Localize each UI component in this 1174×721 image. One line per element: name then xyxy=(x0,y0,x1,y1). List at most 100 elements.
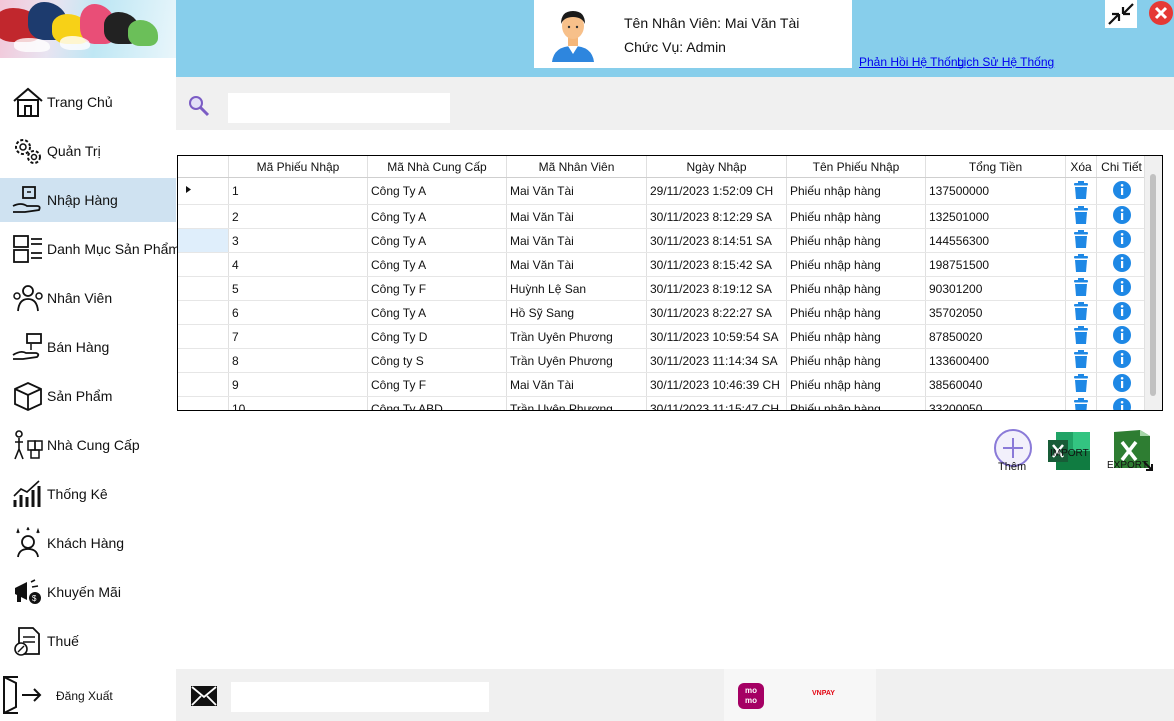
table-cell[interactable]: 90301200 xyxy=(925,276,1066,301)
detail-button[interactable] xyxy=(1096,252,1147,277)
delete-button[interactable] xyxy=(1065,372,1097,397)
table-cell[interactable]: Phiếu nhập hàng xyxy=(786,324,926,349)
history-link[interactable]: Lịch Sử Hệ Thống xyxy=(957,55,1054,69)
table-cell[interactable]: Công Ty A xyxy=(367,300,507,325)
table-row[interactable]: 7 Công Ty D Trần Uyên Phương 30/11/2023 10:… xyxy=(178,324,1147,349)
table-row[interactable]: 5 Công Ty F Huỳnh Lệ San 30/11/2023 8:19:12… xyxy=(178,276,1147,301)
table-cell[interactable]: Phiếu nhập hàng xyxy=(786,372,926,397)
column-header[interactable]: Mã Phiếu Nhập xyxy=(228,156,368,178)
table-cell[interactable]: 1 xyxy=(228,177,368,205)
row-header[interactable] xyxy=(178,252,229,277)
detail-button[interactable] xyxy=(1096,276,1147,301)
row-header[interactable] xyxy=(178,276,229,301)
sidebar-item-khuyen-mai[interactable]: $ Khuyến Mãi xyxy=(0,570,176,614)
table-cell[interactable]: 30/11/2023 10:46:39 CH xyxy=(646,372,787,397)
table-cell[interactable]: 5 xyxy=(228,276,368,301)
table-cell[interactable]: 3 xyxy=(228,228,368,253)
table-cell[interactable]: Phiếu nhập hàng xyxy=(786,396,926,410)
table-cell[interactable]: 30/11/2023 8:12:29 SA xyxy=(646,204,787,229)
table-cell[interactable]: 133600400 xyxy=(925,348,1066,373)
detail-button[interactable] xyxy=(1096,177,1147,205)
import-excel-button[interactable]: IMPORT xyxy=(1046,426,1094,474)
row-header[interactable] xyxy=(178,348,229,373)
momo-logo[interactable]: mo mo xyxy=(738,683,764,709)
delete-button[interactable] xyxy=(1065,204,1097,229)
table-cell[interactable]: Mai Văn Tài xyxy=(506,177,647,205)
detail-button[interactable] xyxy=(1096,324,1147,349)
table-cell[interactable]: Trần Uyên Phương xyxy=(506,324,647,349)
delete-button[interactable] xyxy=(1065,252,1097,277)
table-cell[interactable]: Huỳnh Lệ San xyxy=(506,276,647,301)
message-input[interactable] xyxy=(231,682,489,712)
table-cell[interactable]: 30/11/2023 11:15:47 CH xyxy=(646,396,787,410)
delete-button[interactable] xyxy=(1065,396,1097,410)
sidebar-item-ban-hang[interactable]: Bán Hàng xyxy=(0,325,176,369)
table-cell[interactable]: 30/11/2023 8:14:51 SA xyxy=(646,228,787,253)
delete-button[interactable] xyxy=(1065,348,1097,373)
export-excel-button[interactable]: EXPORT xyxy=(1106,426,1156,474)
table-cell[interactable]: Công Ty A xyxy=(367,252,507,277)
table-cell[interactable]: Trần Uyên Phương xyxy=(506,396,647,410)
row-header[interactable] xyxy=(178,372,229,397)
table-row[interactable]: 2 Công Ty A Mai Văn Tài 30/11/2023 8:12:29 … xyxy=(178,204,1147,229)
table-cell[interactable]: Mai Văn Tài xyxy=(506,228,647,253)
table-row[interactable]: 6 Công Ty A Hồ Sỹ Sang 30/11/2023 8:22:27 S… xyxy=(178,300,1147,325)
search-icon[interactable] xyxy=(188,95,210,117)
table-cell[interactable]: Phiếu nhập hàng xyxy=(786,348,926,373)
delete-button[interactable] xyxy=(1065,300,1097,325)
detail-button[interactable] xyxy=(1096,372,1147,397)
import-receipts-grid[interactable]: Mã Phiếu Nhập Mã Nhà Cung Cấp Mã Nhân Vi… xyxy=(177,155,1163,411)
table-cell[interactable]: 29/11/2023 1:52:09 CH xyxy=(646,177,787,205)
table-cell[interactable]: 144556300 xyxy=(925,228,1066,253)
table-cell[interactable]: Công Ty A xyxy=(367,204,507,229)
table-cell[interactable]: Công Ty D xyxy=(367,324,507,349)
sidebar-item-nhan-vien[interactable]: Nhân Viên xyxy=(0,276,176,320)
column-header[interactable]: Mã Nhân Viên xyxy=(506,156,647,178)
delete-button[interactable] xyxy=(1065,228,1097,253)
mail-icon[interactable] xyxy=(190,685,218,707)
table-cell[interactable]: Phiếu nhập hàng xyxy=(786,228,926,253)
vnpay-logo[interactable]: VNPAY xyxy=(812,690,835,697)
table-cell[interactable]: 8 xyxy=(228,348,368,373)
table-cell[interactable]: Mai Văn Tài xyxy=(506,372,647,397)
table-cell[interactable]: Công ty S xyxy=(367,348,507,373)
vertical-scrollbar[interactable] xyxy=(1144,156,1162,410)
table-cell[interactable]: Phiếu nhập hàng xyxy=(786,177,926,205)
delete-button[interactable] xyxy=(1065,177,1097,205)
column-header[interactable]: Ngày Nhập xyxy=(646,156,787,178)
table-cell[interactable]: Phiếu nhập hàng xyxy=(786,204,926,229)
restore-window-button[interactable] xyxy=(1105,0,1137,28)
table-cell[interactable]: 30/11/2023 8:22:27 SA xyxy=(646,300,787,325)
table-cell[interactable]: 9 xyxy=(228,372,368,397)
scrollbar-thumb[interactable] xyxy=(1150,174,1156,396)
table-cell[interactable]: 2 xyxy=(228,204,368,229)
feedback-link[interactable]: Phản Hồi Hệ Thống xyxy=(859,55,964,69)
table-cell[interactable]: 30/11/2023 8:19:12 SA xyxy=(646,276,787,301)
table-cell[interactable]: 198751500 xyxy=(925,252,1066,277)
table-cell[interactable]: 33200050 xyxy=(925,396,1066,410)
row-header[interactable] xyxy=(178,177,229,205)
table-cell[interactable]: 4 xyxy=(228,252,368,277)
table-cell[interactable]: 35702050 xyxy=(925,300,1066,325)
table-cell[interactable]: 30/11/2023 8:15:42 SA xyxy=(646,252,787,277)
table-row[interactable]: 8 Công ty S Trần Uyên Phương 30/11/2023 11:… xyxy=(178,348,1147,373)
logout-button[interactable]: Đăng Xuất xyxy=(0,671,176,721)
column-header[interactable]: Tổng Tiền xyxy=(925,156,1066,178)
table-cell[interactable]: 6 xyxy=(228,300,368,325)
column-header[interactable]: Tên Phiếu Nhập xyxy=(786,156,926,178)
detail-button[interactable] xyxy=(1096,348,1147,373)
row-header[interactable] xyxy=(178,204,229,229)
table-cell[interactable]: Công Ty A xyxy=(367,228,507,253)
table-row[interactable]: 4 Công Ty A Mai Văn Tài 30/11/2023 8:15:42 … xyxy=(178,252,1147,277)
table-cell[interactable]: 30/11/2023 11:14:34 SA xyxy=(646,348,787,373)
table-cell[interactable]: 10 xyxy=(228,396,368,410)
sidebar-item-trang-chu[interactable]: Trang Chủ xyxy=(0,80,176,124)
detail-button[interactable] xyxy=(1096,228,1147,253)
table-cell[interactable]: Phiếu nhập hàng xyxy=(786,276,926,301)
row-header[interactable] xyxy=(178,324,229,349)
row-header[interactable] xyxy=(178,228,229,253)
table-cell[interactable]: Công Ty A xyxy=(367,177,507,205)
column-header[interactable]: Mã Nhà Cung Cấp xyxy=(367,156,507,178)
detail-button[interactable] xyxy=(1096,204,1147,229)
delete-button[interactable] xyxy=(1065,324,1097,349)
